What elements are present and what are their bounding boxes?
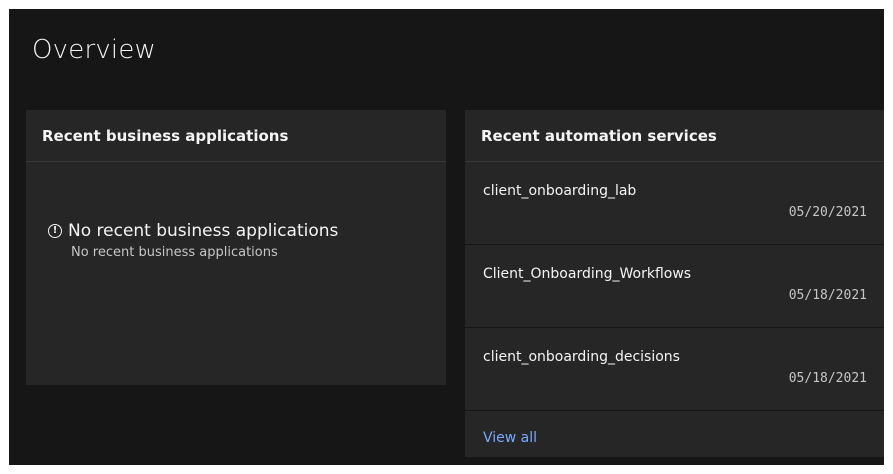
card-header: Recent business applications — [26, 110, 446, 162]
service-date: 05/18/2021 — [788, 288, 867, 303]
overview-page: Overview Recent business applications ! … — [9, 9, 884, 465]
service-date: 05/18/2021 — [788, 371, 867, 386]
service-row[interactable]: client_onboarding_lab 05/20/2021 — [465, 162, 884, 245]
empty-state: ! No recent business applications No rec… — [48, 221, 338, 260]
page-title: Overview — [32, 35, 157, 65]
card-header: Recent automation services — [465, 110, 884, 162]
recent-business-applications-card: Recent business applications ! No recent… — [26, 110, 446, 385]
empty-state-subtitle: No recent business applications — [71, 245, 278, 260]
service-name: client_onboarding_lab — [483, 183, 637, 199]
service-name: client_onboarding_decisions — [483, 349, 680, 365]
view-all-link[interactable]: View all — [483, 430, 537, 446]
info-circle-icon: ! — [48, 224, 62, 238]
service-date: 05/20/2021 — [788, 205, 867, 220]
service-name: Client_Onboarding_Workflows — [483, 266, 692, 282]
recent-automation-services-card: Recent automation services client_onboar… — [465, 110, 884, 457]
service-row[interactable]: client_onboarding_decisions 05/18/2021 — [465, 328, 884, 411]
empty-state-title-row: ! No recent business applications — [48, 221, 338, 241]
empty-state-title: No recent business applications — [68, 221, 339, 241]
service-row[interactable]: Client_Onboarding_Workflows 05/18/2021 — [465, 245, 884, 328]
